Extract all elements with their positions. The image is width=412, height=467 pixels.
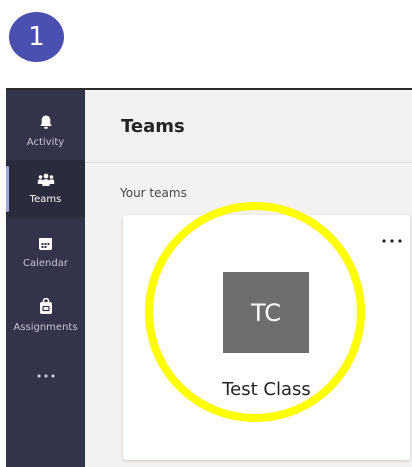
- teams-icon: [37, 173, 55, 190]
- team-card-more-button[interactable]: [380, 231, 404, 243]
- team-name: Test Class: [222, 379, 311, 400]
- rail-item-label: Calendar: [23, 257, 68, 269]
- more-horizontal-icon: [380, 231, 404, 250]
- your-teams-label: Your teams: [120, 186, 187, 200]
- calendar-icon: [38, 236, 53, 254]
- rail-item-label: Teams: [29, 194, 62, 205]
- teams-content: Teams Your teams TC Test Class: [85, 90, 412, 467]
- bell-icon: [38, 114, 54, 133]
- page-title: Teams: [121, 116, 185, 137]
- team-initials: TC: [250, 298, 281, 327]
- assignments-icon: [39, 297, 53, 318]
- more-horizontal-icon: [36, 364, 56, 383]
- rail-more-button[interactable]: [6, 358, 85, 388]
- teams-app-window: Activity Teams Calendar Assignments Team…: [6, 88, 412, 467]
- team-avatar: TC: [223, 272, 309, 353]
- step-number: 1: [28, 22, 45, 52]
- page-header: Teams: [85, 90, 412, 163]
- app-rail: Activity Teams Calendar Assignments: [6, 90, 85, 467]
- rail-item-label: Activity: [26, 137, 65, 148]
- team-card[interactable]: TC Test Class: [123, 215, 410, 460]
- rail-item-activity[interactable]: Activity: [6, 102, 85, 160]
- rail-item-label: Assignments: [13, 321, 78, 333]
- rail-item-teams[interactable]: Teams: [6, 160, 85, 218]
- rail-item-assignments[interactable]: Assignments: [6, 286, 85, 344]
- rail-item-calendar[interactable]: Calendar: [6, 223, 85, 281]
- step-number-badge: 1: [9, 12, 64, 62]
